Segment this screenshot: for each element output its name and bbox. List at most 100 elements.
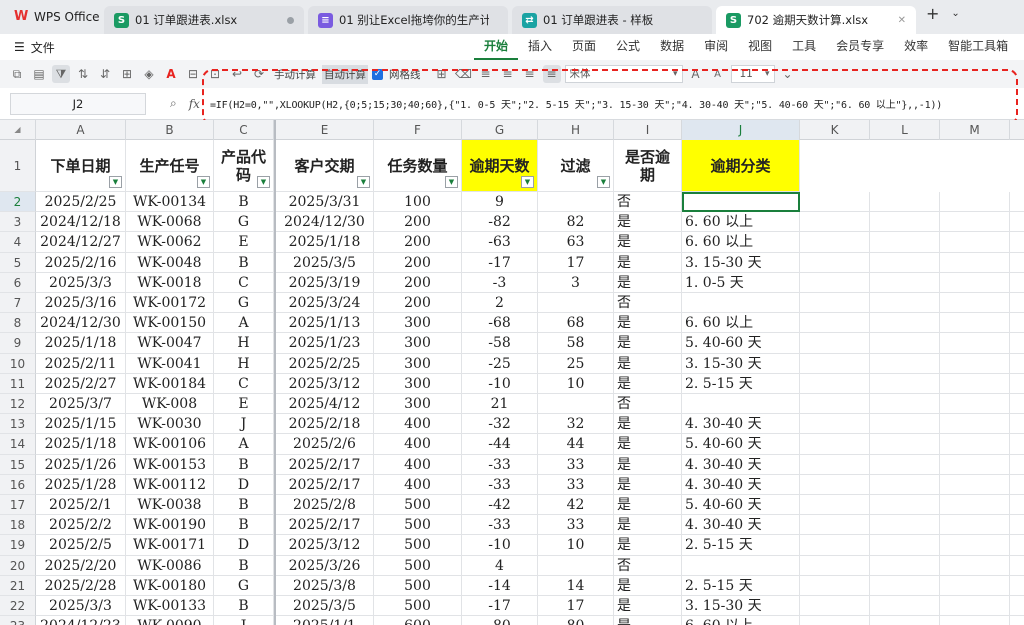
cell-empty[interactable] (800, 192, 870, 213)
cell-empty[interactable] (940, 353, 1010, 374)
cell-empty[interactable] (1010, 616, 1024, 625)
cell-empty[interactable] (1010, 212, 1024, 233)
freeze-divider[interactable] (274, 120, 276, 625)
cell-g[interactable]: -17 (462, 252, 538, 273)
cell-h[interactable]: 32 (538, 414, 614, 435)
cell-c[interactable]: B (214, 495, 274, 516)
cell-empty[interactable] (870, 232, 940, 253)
cell-e[interactable]: 2025/3/19 (276, 272, 374, 293)
cell-a[interactable]: 2025/2/20 (36, 555, 126, 576)
cell-j[interactable]: 2. 5-15 天 (682, 575, 800, 596)
cell-b[interactable]: WK-0086 (126, 555, 214, 576)
cell-c[interactable]: G (214, 293, 274, 314)
row-number[interactable]: 9 (0, 333, 36, 354)
cell-h[interactable]: 10 (538, 373, 614, 394)
row-number[interactable]: 6 (0, 272, 36, 293)
align-right-icon[interactable]: ≡ (521, 65, 539, 83)
font-color-icon[interactable]: A (162, 65, 180, 83)
cell-i[interactable]: 是 (614, 333, 682, 354)
cell-i[interactable]: 是 (614, 515, 682, 536)
cell-empty[interactable] (800, 373, 870, 394)
fill-color-icon[interactable]: ◈ (140, 65, 158, 83)
cell-i[interactable]: 是 (614, 252, 682, 273)
cell-g[interactable]: 4 (462, 555, 538, 576)
cell-c[interactable]: B (214, 192, 274, 213)
cell-g[interactable]: -42 (462, 495, 538, 516)
cell-empty[interactable] (870, 212, 940, 233)
cell-a[interactable]: 2025/2/1 (36, 495, 126, 516)
cell-h[interactable] (538, 394, 614, 415)
column-header-k[interactable]: K (800, 120, 870, 140)
cell-e[interactable]: 2025/2/8 (276, 495, 374, 516)
cell-f[interactable]: 200 (374, 252, 462, 273)
cell-a[interactable]: 2025/1/15 (36, 414, 126, 435)
cell-empty[interactable] (870, 192, 940, 213)
header-cell[interactable]: 逾期天数 ▼ (462, 140, 538, 192)
formula-input[interactable]: =IF(H2=0,"",XLOOKUP(H2,{0;5;15;30;40;60}… (210, 96, 942, 111)
cell-e[interactable]: 2025/2/18 (276, 414, 374, 435)
cell-empty[interactable] (800, 575, 870, 596)
cell-empty[interactable] (940, 212, 1010, 233)
cell-a[interactable]: 2024/12/18 (36, 212, 126, 233)
cell-h[interactable]: 58 (538, 333, 614, 354)
header-cell[interactable]: 生产任号 ▼ (126, 140, 214, 192)
cell-a[interactable]: 2025/2/2 (36, 515, 126, 536)
cell-a[interactable]: 2025/3/3 (36, 596, 126, 617)
cell-e[interactable]: 2025/3/31 (276, 192, 374, 213)
cell-empty[interactable] (1010, 535, 1024, 556)
cell-empty[interactable] (1010, 253, 1024, 273)
cell-empty[interactable] (940, 495, 1010, 516)
cell-b[interactable]: WK-00153 (126, 454, 214, 475)
cell-i[interactable]: 是 (614, 272, 682, 293)
cell-b[interactable]: WK-008 (126, 394, 214, 415)
cell-e[interactable]: 2025/1/23 (276, 333, 374, 354)
cell-a[interactable]: 2024/12/23 (36, 616, 126, 625)
cell-e[interactable]: 2025/1/13 (276, 313, 374, 334)
cell-h[interactable]: 25 (538, 353, 614, 374)
header-cell[interactable]: 产品代码 ▼ (214, 140, 274, 192)
cell-j[interactable]: 4. 30-40 天 (682, 414, 800, 435)
cell-h[interactable]: 33 (538, 454, 614, 475)
cell-empty[interactable] (870, 333, 940, 354)
cell-i[interactable]: 否 (614, 293, 682, 314)
cell-e[interactable]: 2025/2/6 (276, 434, 374, 455)
row-number[interactable]: 1 (0, 140, 36, 192)
unsaved-dot-icon[interactable] (287, 16, 294, 24)
cell-i[interactable]: 是 (614, 353, 682, 374)
cell-empty[interactable] (940, 575, 1010, 596)
cell-c[interactable]: J (214, 616, 274, 625)
filter-dropdown-icon[interactable]: ▼ (197, 176, 210, 188)
cell-empty[interactable] (940, 596, 1010, 617)
merge-icon[interactable]: ⊟ (184, 65, 202, 83)
row-number[interactable]: 23 (0, 616, 36, 625)
cell-empty[interactable] (800, 232, 870, 253)
filter-dropdown-icon[interactable]: ▼ (109, 176, 122, 188)
cell-e[interactable]: 2025/2/17 (276, 515, 374, 536)
cell-g[interactable]: -58 (462, 333, 538, 354)
cell-b[interactable]: WK-0090 (126, 616, 214, 625)
row-number[interactable]: 7 (0, 293, 36, 314)
cell-empty[interactable] (870, 373, 940, 394)
cell-g[interactable]: -33 (462, 454, 538, 475)
borders-icon[interactable]: ⊞ (118, 65, 136, 83)
cell-f[interactable]: 400 (374, 434, 462, 455)
cell-empty[interactable] (870, 293, 940, 314)
decrease-font-icon[interactable]: A (709, 65, 727, 83)
search-icon[interactable]: ⌕ (170, 96, 177, 111)
cell-i[interactable]: 是 (614, 212, 682, 233)
filter-dropdown-icon[interactable]: ▼ (357, 176, 370, 188)
wrap-icon[interactable]: ↩ (228, 65, 246, 83)
cell-h[interactable]: 14 (538, 575, 614, 596)
cell-e[interactable]: 2025/2/17 (276, 454, 374, 475)
cell-b[interactable]: WK-00171 (126, 535, 214, 556)
cell-i[interactable]: 否 (614, 192, 682, 213)
cell-b[interactable]: WK-00184 (126, 373, 214, 394)
ribbon-tab-formula[interactable]: 公式 (606, 34, 650, 60)
row-number[interactable]: 8 (0, 313, 36, 334)
cell-c[interactable]: C (214, 272, 274, 293)
cell-empty[interactable] (1010, 596, 1024, 617)
column-header-h[interactable]: H (538, 120, 614, 140)
cell-b[interactable]: WK-0038 (126, 495, 214, 516)
cell-e[interactable]: 2025/3/5 (276, 252, 374, 273)
cell-empty[interactable] (940, 192, 1010, 213)
